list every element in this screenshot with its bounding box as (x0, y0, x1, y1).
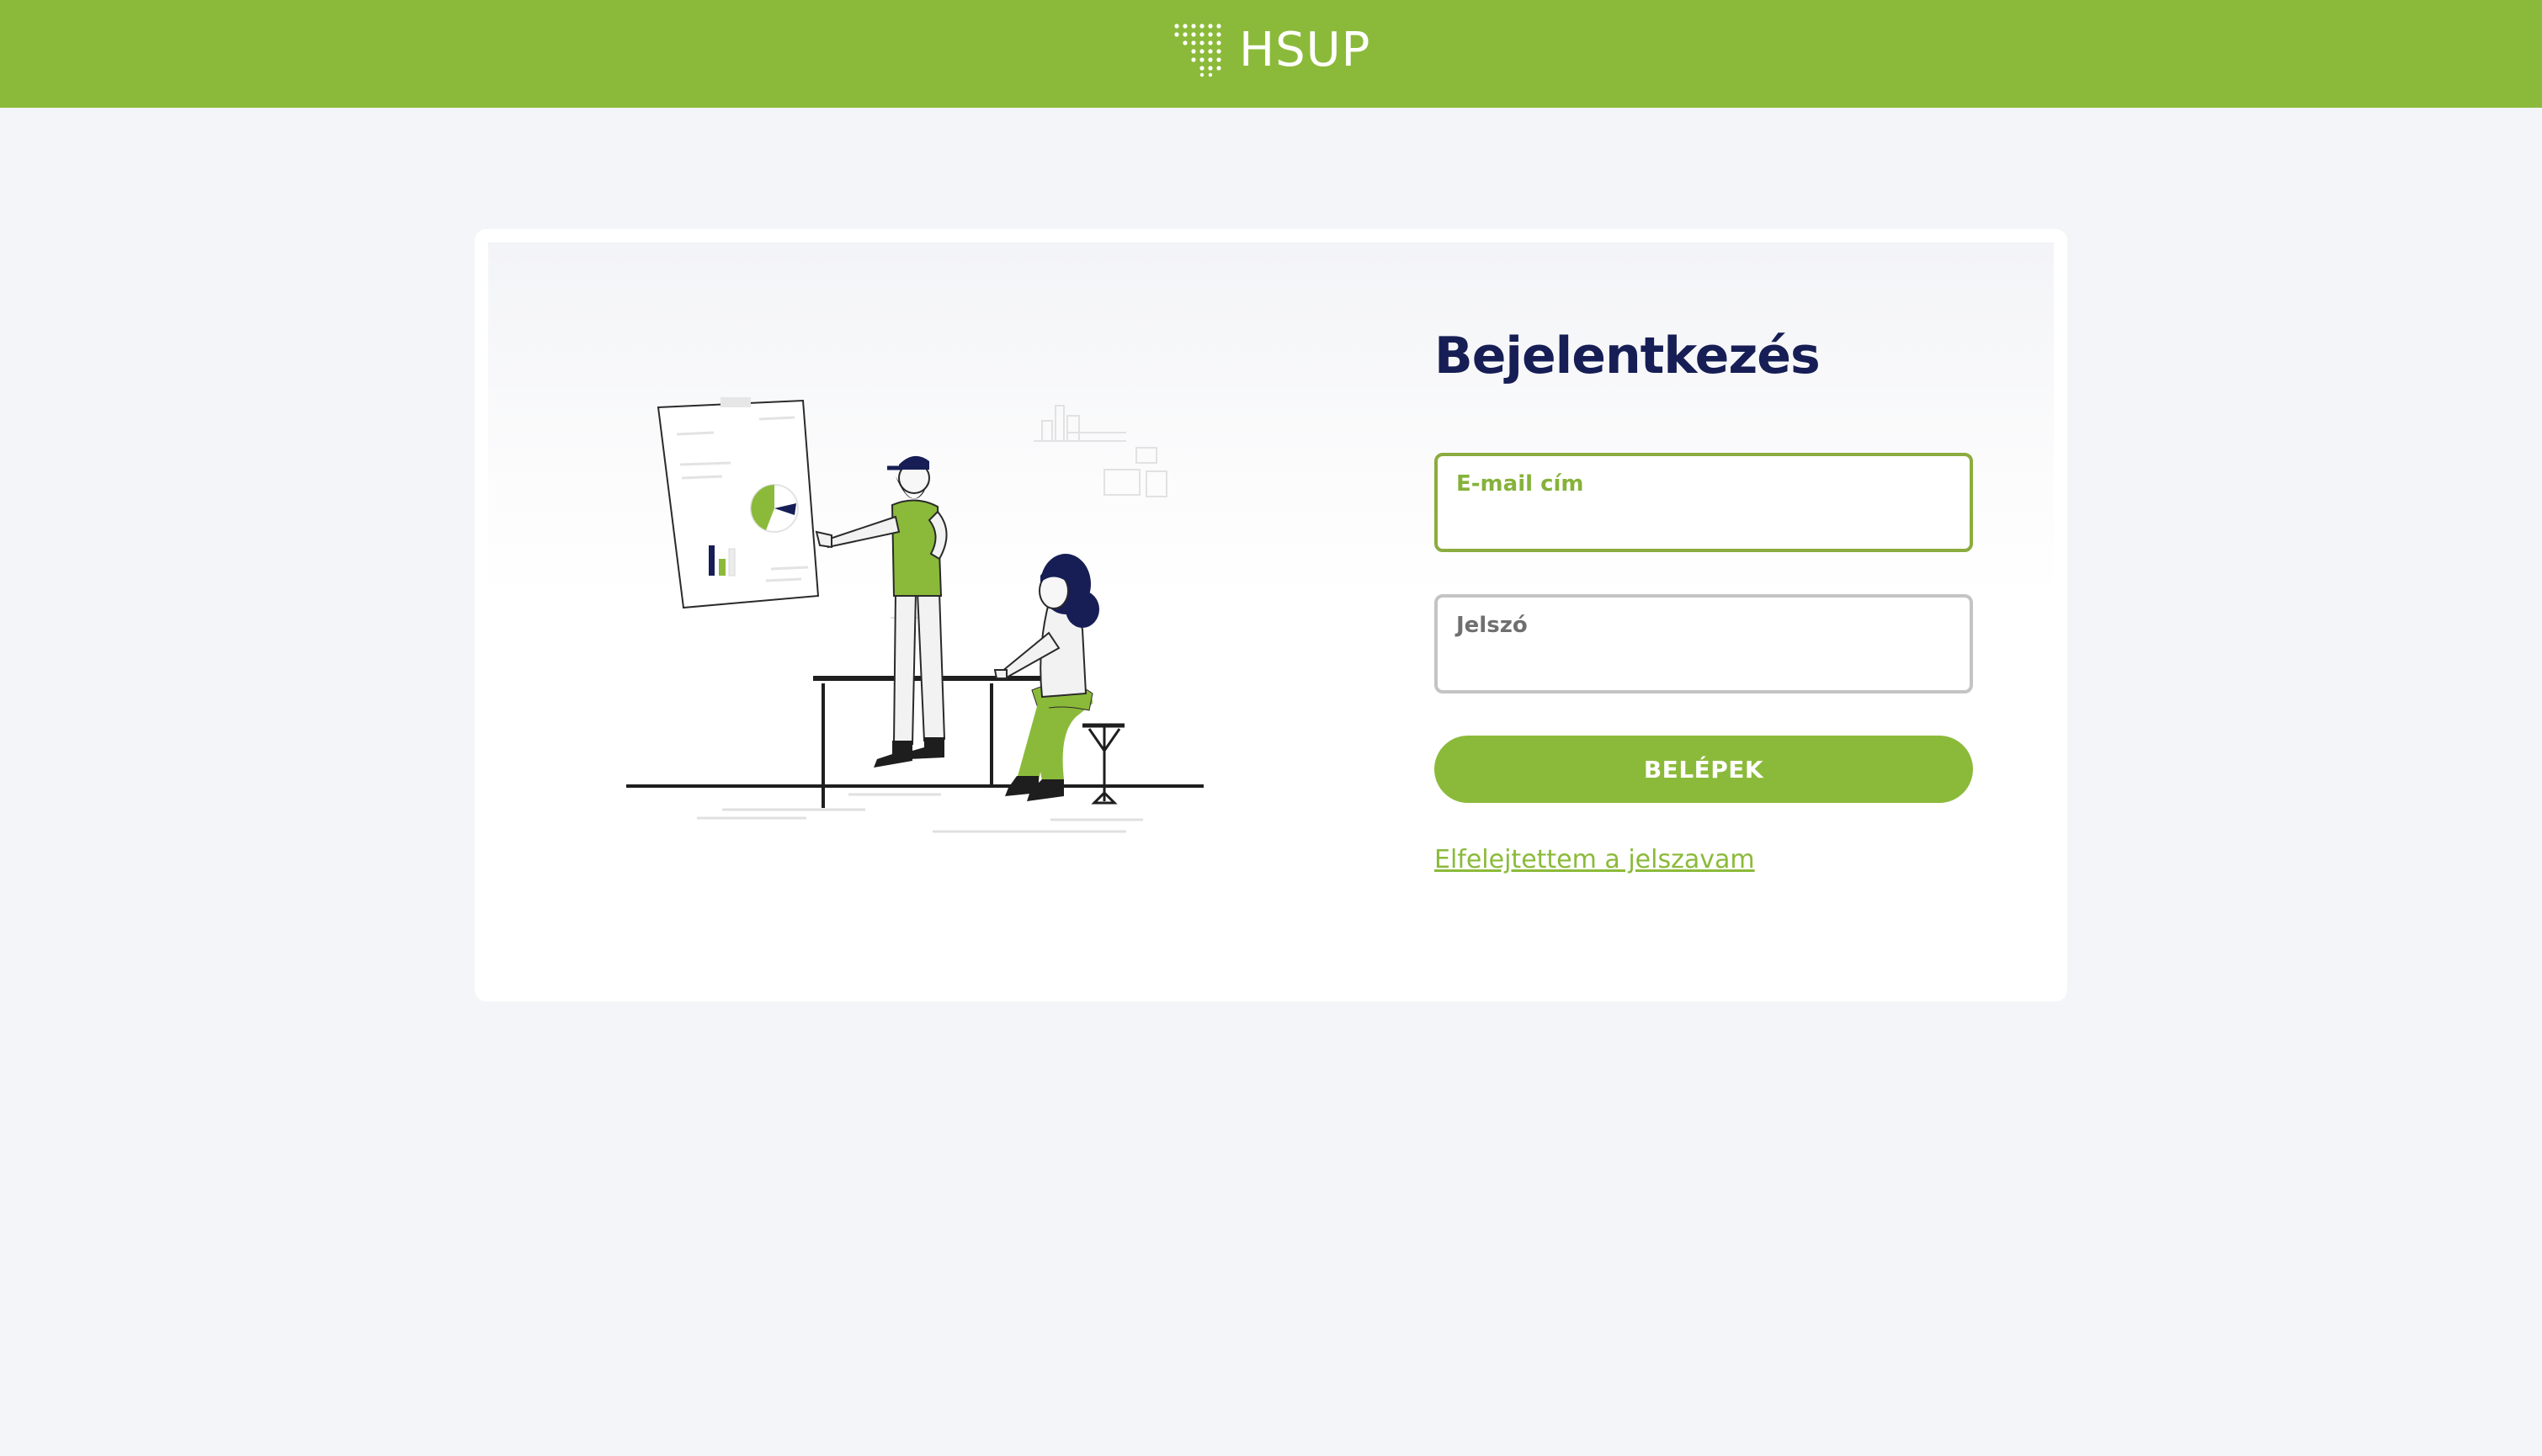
team-presentation-illustration-icon (626, 397, 1204, 833)
password-field-label: Jelszó (1456, 613, 1528, 638)
logo-text: HSUP (1239, 23, 1371, 77)
email-field[interactable]: E-mail cím (1434, 453, 1973, 552)
email-field-label: E-mail cím (1456, 471, 1584, 497)
top-header-bar: HSUP (0, 0, 2542, 108)
password-input[interactable] (1456, 645, 1953, 682)
password-field[interactable]: Jelszó (1434, 594, 1973, 693)
forgot-password-link[interactable]: Elfelejtettem a jelszavam (1434, 845, 1755, 874)
dot-grid-logo-icon (1174, 24, 1221, 77)
login-button[interactable]: BELÉPEK (1434, 736, 1973, 803)
hsup-logo[interactable]: HSUP (1173, 22, 1370, 79)
page-title: Bejelentkezés (1434, 327, 1821, 385)
email-input[interactable] (1456, 503, 1953, 540)
